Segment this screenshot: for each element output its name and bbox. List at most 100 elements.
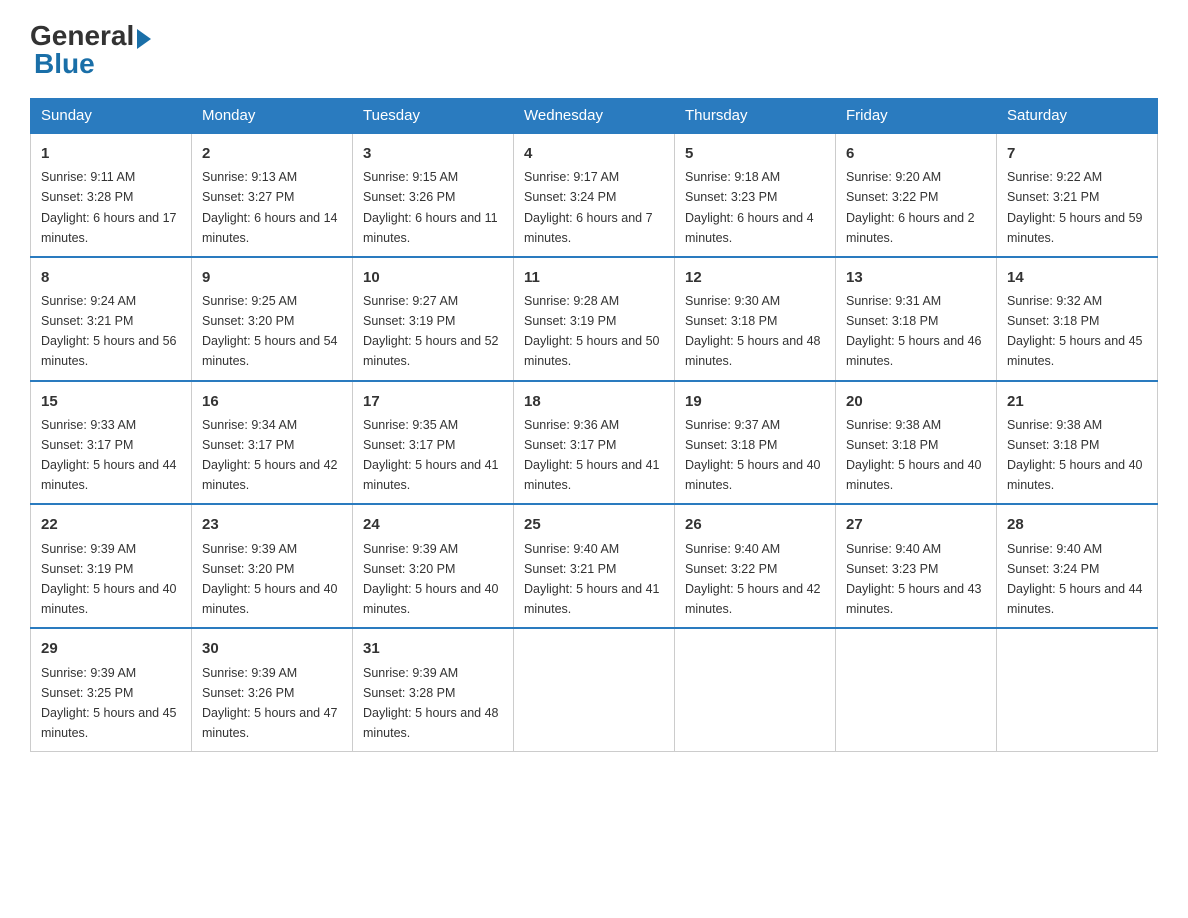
day-info: Sunrise: 9:11 AMSunset: 3:28 PMDaylight:…: [41, 170, 177, 244]
col-header-wednesday: Wednesday: [514, 99, 675, 134]
day-info: Sunrise: 9:36 AMSunset: 3:17 PMDaylight:…: [524, 418, 660, 492]
day-number: 14: [1007, 266, 1147, 289]
day-number: 11: [524, 266, 664, 289]
logo-blue-text: Blue: [34, 48, 95, 80]
day-cell: [997, 628, 1158, 751]
day-cell: [514, 628, 675, 751]
day-number: 18: [524, 390, 664, 413]
header-row: SundayMondayTuesdayWednesdayThursdayFrid…: [31, 99, 1158, 134]
col-header-thursday: Thursday: [675, 99, 836, 134]
day-cell: 20 Sunrise: 9:38 AMSunset: 3:18 PMDaylig…: [836, 381, 997, 505]
day-cell: 3 Sunrise: 9:15 AMSunset: 3:26 PMDayligh…: [353, 133, 514, 257]
day-number: 20: [846, 390, 986, 413]
day-info: Sunrise: 9:39 AMSunset: 3:19 PMDaylight:…: [41, 542, 177, 616]
day-number: 26: [685, 513, 825, 536]
calendar-table: SundayMondayTuesdayWednesdayThursdayFrid…: [30, 98, 1158, 752]
day-number: 12: [685, 266, 825, 289]
day-number: 24: [363, 513, 503, 536]
day-cell: 14 Sunrise: 9:32 AMSunset: 3:18 PMDaylig…: [997, 257, 1158, 381]
day-cell: [675, 628, 836, 751]
day-cell: 25 Sunrise: 9:40 AMSunset: 3:21 PMDaylig…: [514, 504, 675, 628]
day-info: Sunrise: 9:25 AMSunset: 3:20 PMDaylight:…: [202, 294, 338, 368]
day-number: 23: [202, 513, 342, 536]
day-info: Sunrise: 9:34 AMSunset: 3:17 PMDaylight:…: [202, 418, 338, 492]
week-row-4: 22 Sunrise: 9:39 AMSunset: 3:19 PMDaylig…: [31, 504, 1158, 628]
day-info: Sunrise: 9:30 AMSunset: 3:18 PMDaylight:…: [685, 294, 821, 368]
day-number: 31: [363, 637, 503, 660]
day-number: 16: [202, 390, 342, 413]
day-cell: 6 Sunrise: 9:20 AMSunset: 3:22 PMDayligh…: [836, 133, 997, 257]
day-cell: 30 Sunrise: 9:39 AMSunset: 3:26 PMDaylig…: [192, 628, 353, 751]
day-number: 29: [41, 637, 181, 660]
day-number: 21: [1007, 390, 1147, 413]
day-info: Sunrise: 9:39 AMSunset: 3:20 PMDaylight:…: [363, 542, 499, 616]
col-header-saturday: Saturday: [997, 99, 1158, 134]
day-info: Sunrise: 9:40 AMSunset: 3:24 PMDaylight:…: [1007, 542, 1143, 616]
day-number: 28: [1007, 513, 1147, 536]
day-cell: 12 Sunrise: 9:30 AMSunset: 3:18 PMDaylig…: [675, 257, 836, 381]
day-info: Sunrise: 9:27 AMSunset: 3:19 PMDaylight:…: [363, 294, 499, 368]
day-cell: 22 Sunrise: 9:39 AMSunset: 3:19 PMDaylig…: [31, 504, 192, 628]
day-cell: 19 Sunrise: 9:37 AMSunset: 3:18 PMDaylig…: [675, 381, 836, 505]
day-number: 9: [202, 266, 342, 289]
logo: General Blue: [30, 20, 151, 80]
day-info: Sunrise: 9:31 AMSunset: 3:18 PMDaylight:…: [846, 294, 982, 368]
day-cell: 4 Sunrise: 9:17 AMSunset: 3:24 PMDayligh…: [514, 133, 675, 257]
day-number: 8: [41, 266, 181, 289]
day-cell: [836, 628, 997, 751]
day-number: 27: [846, 513, 986, 536]
day-cell: 23 Sunrise: 9:39 AMSunset: 3:20 PMDaylig…: [192, 504, 353, 628]
day-info: Sunrise: 9:37 AMSunset: 3:18 PMDaylight:…: [685, 418, 821, 492]
page-header: General Blue: [30, 20, 1158, 80]
day-number: 5: [685, 142, 825, 165]
week-row-1: 1 Sunrise: 9:11 AMSunset: 3:28 PMDayligh…: [31, 133, 1158, 257]
day-cell: 5 Sunrise: 9:18 AMSunset: 3:23 PMDayligh…: [675, 133, 836, 257]
day-info: Sunrise: 9:35 AMSunset: 3:17 PMDaylight:…: [363, 418, 499, 492]
day-info: Sunrise: 9:38 AMSunset: 3:18 PMDaylight:…: [1007, 418, 1143, 492]
day-cell: 29 Sunrise: 9:39 AMSunset: 3:25 PMDaylig…: [31, 628, 192, 751]
day-cell: 27 Sunrise: 9:40 AMSunset: 3:23 PMDaylig…: [836, 504, 997, 628]
logo-arrow-icon: [137, 29, 151, 49]
col-header-tuesday: Tuesday: [353, 99, 514, 134]
day-info: Sunrise: 9:13 AMSunset: 3:27 PMDaylight:…: [202, 170, 338, 244]
day-info: Sunrise: 9:39 AMSunset: 3:28 PMDaylight:…: [363, 666, 499, 740]
week-row-2: 8 Sunrise: 9:24 AMSunset: 3:21 PMDayligh…: [31, 257, 1158, 381]
day-info: Sunrise: 9:39 AMSunset: 3:26 PMDaylight:…: [202, 666, 338, 740]
day-number: 10: [363, 266, 503, 289]
day-number: 25: [524, 513, 664, 536]
col-header-friday: Friday: [836, 99, 997, 134]
day-cell: 24 Sunrise: 9:39 AMSunset: 3:20 PMDaylig…: [353, 504, 514, 628]
day-info: Sunrise: 9:38 AMSunset: 3:18 PMDaylight:…: [846, 418, 982, 492]
day-cell: 31 Sunrise: 9:39 AMSunset: 3:28 PMDaylig…: [353, 628, 514, 751]
day-number: 3: [363, 142, 503, 165]
day-cell: 28 Sunrise: 9:40 AMSunset: 3:24 PMDaylig…: [997, 504, 1158, 628]
day-cell: 26 Sunrise: 9:40 AMSunset: 3:22 PMDaylig…: [675, 504, 836, 628]
day-cell: 9 Sunrise: 9:25 AMSunset: 3:20 PMDayligh…: [192, 257, 353, 381]
day-info: Sunrise: 9:18 AMSunset: 3:23 PMDaylight:…: [685, 170, 814, 244]
day-cell: 11 Sunrise: 9:28 AMSunset: 3:19 PMDaylig…: [514, 257, 675, 381]
day-number: 7: [1007, 142, 1147, 165]
day-number: 22: [41, 513, 181, 536]
day-cell: 21 Sunrise: 9:38 AMSunset: 3:18 PMDaylig…: [997, 381, 1158, 505]
day-info: Sunrise: 9:40 AMSunset: 3:22 PMDaylight:…: [685, 542, 821, 616]
col-header-sunday: Sunday: [31, 99, 192, 134]
day-number: 30: [202, 637, 342, 660]
day-number: 1: [41, 142, 181, 165]
day-info: Sunrise: 9:40 AMSunset: 3:21 PMDaylight:…: [524, 542, 660, 616]
day-number: 19: [685, 390, 825, 413]
day-info: Sunrise: 9:40 AMSunset: 3:23 PMDaylight:…: [846, 542, 982, 616]
col-header-monday: Monday: [192, 99, 353, 134]
day-info: Sunrise: 9:32 AMSunset: 3:18 PMDaylight:…: [1007, 294, 1143, 368]
week-row-3: 15 Sunrise: 9:33 AMSunset: 3:17 PMDaylig…: [31, 381, 1158, 505]
day-cell: 7 Sunrise: 9:22 AMSunset: 3:21 PMDayligh…: [997, 133, 1158, 257]
day-info: Sunrise: 9:15 AMSunset: 3:26 PMDaylight:…: [363, 170, 498, 244]
day-cell: 18 Sunrise: 9:36 AMSunset: 3:17 PMDaylig…: [514, 381, 675, 505]
week-row-5: 29 Sunrise: 9:39 AMSunset: 3:25 PMDaylig…: [31, 628, 1158, 751]
day-cell: 15 Sunrise: 9:33 AMSunset: 3:17 PMDaylig…: [31, 381, 192, 505]
day-number: 4: [524, 142, 664, 165]
day-info: Sunrise: 9:33 AMSunset: 3:17 PMDaylight:…: [41, 418, 177, 492]
day-info: Sunrise: 9:20 AMSunset: 3:22 PMDaylight:…: [846, 170, 975, 244]
day-number: 15: [41, 390, 181, 413]
day-number: 6: [846, 142, 986, 165]
day-cell: 8 Sunrise: 9:24 AMSunset: 3:21 PMDayligh…: [31, 257, 192, 381]
